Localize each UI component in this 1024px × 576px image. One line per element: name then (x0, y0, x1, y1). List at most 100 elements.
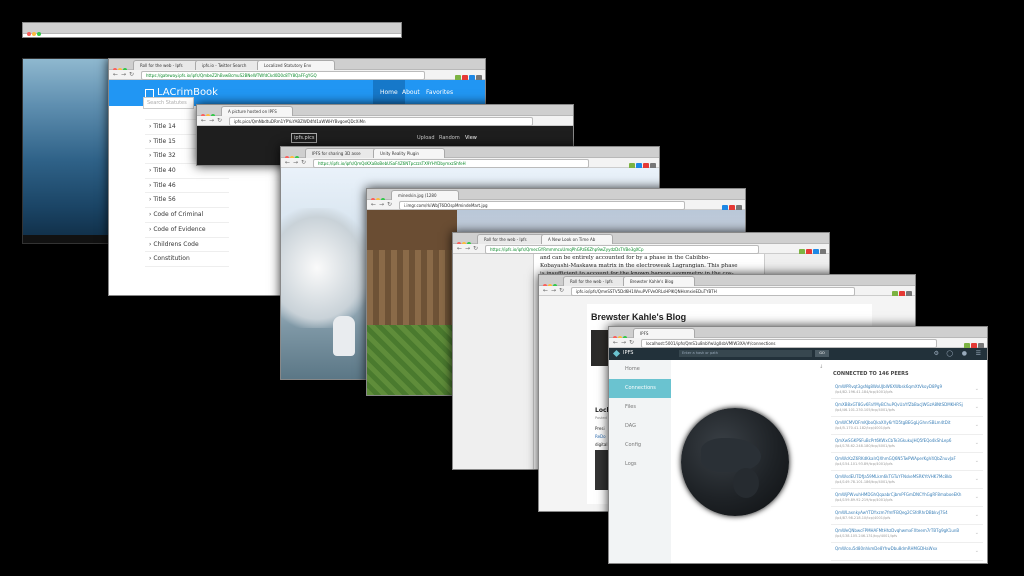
url-text: https://gateway.ipfs.io/ipfs/QmbeZ2hBvwB… (146, 73, 317, 78)
tab-unity-plugin[interactable]: Unity Reality Plugin (373, 148, 445, 158)
canister-object (333, 316, 355, 356)
sidebar-item-home[interactable]: Home (609, 360, 671, 379)
address-bar[interactable]: https://gateway.ipfs.io/ipfs/QmbeZ2hBvwB… (141, 71, 425, 80)
back-icon[interactable]: ← (371, 201, 376, 208)
collapse-icon[interactable]: ↓ (819, 364, 823, 370)
sidebar-item-dag[interactable]: DAG (609, 417, 671, 436)
tab-ipfs[interactable]: IPFS (633, 328, 695, 338)
ipfs-brand[interactable]: IPFS (623, 350, 633, 356)
forward-icon[interactable]: → (379, 201, 384, 208)
list-item[interactable]: › Title 40 (145, 164, 229, 179)
list-item[interactable]: QmWPRvqt3gsNg8WoUJbW6XWbsk6qmXtVkoyD8Pg9… (831, 381, 983, 399)
hash-search-input[interactable]: Enter a hash or path (679, 350, 812, 357)
tab-kahle-blog[interactable]: Brewster Kahle's Blog (623, 276, 695, 286)
list-item[interactable]: QmWLaxnkyAwYTDYxzm7fmfFBQeg2CSfdRhrDBbkv… (831, 507, 983, 525)
browser-toolbar: ← → ↻ ipfs.pics/QmNbdtuDRm1YPYuYABZWD4fd… (197, 116, 573, 126)
list-item[interactable]: QmWjPWvuhHMDGhQqaabrCjbmPFGmDNCYhGgRF8ma… (831, 489, 983, 507)
back-icon[interactable]: ← (113, 71, 118, 78)
back-icon[interactable]: ← (285, 159, 290, 166)
list-item[interactable]: › Code of Evidence (145, 223, 229, 238)
tab-strip: Roll for the web - Ipfs Brewster Kahle's… (539, 275, 915, 288)
chevron-down-icon: ⌄ (974, 512, 979, 518)
sidebar-item-files[interactable]: Files (609, 398, 671, 417)
list-item[interactable]: › Constitution (145, 252, 229, 267)
sidebar-item-connections[interactable]: Connections (609, 379, 671, 398)
chevron-down-icon: ⌄ (974, 440, 979, 446)
go-button[interactable]: GO (815, 350, 829, 357)
forward-icon[interactable]: → (465, 245, 470, 252)
sidebar-item-config[interactable]: Config (609, 436, 671, 455)
tab-strip (23, 23, 401, 36)
forward-icon[interactable]: → (293, 159, 298, 166)
tab-ipfs-3d[interactable]: IPFS for sharing 3D asse (305, 148, 377, 158)
globe-icon[interactable]: ◯ (946, 350, 953, 357)
blog-title[interactable]: Brewster Kahle's Blog (587, 304, 872, 322)
back-icon[interactable]: ← (613, 339, 618, 346)
list-item[interactable]: › Title 56 (145, 193, 229, 209)
chevron-down-icon: ⌄ (974, 458, 979, 464)
nav-upload[interactable]: Upload (417, 135, 435, 141)
reload-icon[interactable]: ↻ (217, 117, 222, 124)
reload-icon[interactable]: ↻ (387, 201, 392, 208)
window-controls[interactable] (27, 26, 42, 37)
address-bar[interactable]: https://ipfs.io/ipfs/QmQsKXaBoBebUSaF4Z6… (313, 159, 589, 168)
reload-icon[interactable]: ↻ (559, 287, 564, 294)
forward-icon[interactable]: → (209, 117, 214, 124)
browser-toolbar: ← → ↻ https://ipfs.io/ipfs/QmecGYRmmmcuU… (453, 244, 829, 255)
tab-ipfs-picture[interactable]: A picture hosted on IPFS (221, 106, 293, 116)
tab-roll-for-web[interactable]: Roll for the web - Ipfs (133, 60, 199, 70)
list-item[interactable]: QmWcKzZ6RKdKkaIrQXhmGQ6N5TwPWAperKgV4QbZ… (831, 453, 983, 471)
reload-icon[interactable]: ↻ (301, 159, 306, 166)
tab-statutory[interactable]: Localized Statutory Env (257, 60, 335, 70)
reload-icon[interactable]: ↻ (129, 71, 134, 78)
list-item[interactable]: QmWCMVDFmKJboQkaXXy6rYD5tgBEGgLjGhnrSBLm… (831, 417, 983, 435)
tab-mineskin[interactable]: mineskin.jpg (1280 (391, 190, 459, 200)
browser-window-ipfs-webui[interactable]: IPFS ← → ↻ localhost:5001/ipfs/QmS1u8nbY… (608, 326, 988, 564)
forward-icon[interactable]: → (621, 339, 626, 346)
list-item[interactable]: QmWcsu5d80nhkmDe8YhwDbu8dmRHMGDHaWxx ⌄ (831, 543, 983, 561)
back-icon[interactable]: ← (457, 245, 462, 252)
address-bar[interactable]: ipfs.io/ipfs/QmeSSTV5Dd6H1WvuPVFVeORLsHP… (571, 287, 855, 296)
forward-icon[interactable]: → (551, 287, 556, 294)
list-item[interactable]: › Childrens Code (145, 238, 229, 253)
menu-icon[interactable]: ☰ (976, 350, 981, 357)
nav-favorites[interactable]: Favorites (419, 80, 460, 106)
chevron-down-icon: ⌄ (974, 386, 979, 392)
tab-time-ab[interactable]: A New Look on Time Ab (541, 234, 613, 244)
tab-twitter-search[interactable]: ipfs.io - Twitter Search (195, 60, 261, 70)
github-icon[interactable]: ● (962, 350, 967, 357)
chevron-down-icon: ⌄ (974, 548, 979, 554)
list-item[interactable]: QmXB8xGT8Gv6FaYMyBChuPQvUaYfZbBacJWGzA8N… (831, 399, 983, 417)
back-icon[interactable]: ← (543, 287, 548, 294)
browser-window-back[interactable] (22, 22, 402, 38)
tab-strip: IPFS for sharing 3D asse Unity Reality P… (281, 147, 659, 160)
nav-random[interactable]: Random (439, 135, 460, 141)
address-bar[interactable]: https://ipfs.io/ipfs/QmecGYRmmmcuUmqPhGP… (485, 245, 759, 254)
post-link-fragment[interactable]: ReDo (595, 434, 606, 439)
chevron-down-icon: ⌄ (974, 494, 979, 500)
sidebar: Home Connections Files DAG Config Logs (609, 360, 671, 563)
forward-icon[interactable]: → (121, 71, 126, 78)
list-item[interactable]: › Title 46 (145, 179, 229, 194)
settings-icon[interactable]: ⚙ (934, 350, 939, 357)
ipfs-header: IPFS Enter a hash or path GO ⚙ ◯ ● ☰ (609, 348, 987, 360)
address-bar[interactable]: localhost:5001/ipfs/QmS1u8nbYwUg0sbVMIW3… (641, 339, 937, 348)
tab-roll-for-web[interactable]: Roll for the web - Ipfs (477, 234, 545, 244)
back-icon[interactable]: ← (201, 117, 206, 124)
sidebar-item-logs[interactable]: Logs (609, 455, 671, 474)
nav-view[interactable]: View (465, 135, 477, 141)
list-item[interactable]: QmXwSGKPSFuBcPrt6KWxCbTe3GkukuJHQ5fEQo4k… (831, 435, 983, 453)
reload-icon[interactable]: ↻ (473, 245, 478, 252)
list-item[interactable]: QmWeQNbwcFPMHAFMtHhzDvqhwmxFXteem7rTBTg9… (831, 525, 983, 543)
site-logo[interactable]: ipfs.pics (291, 133, 318, 143)
list-item[interactable]: › Code of Criminal (145, 208, 229, 223)
search-input[interactable]: Search Statutes (143, 97, 194, 109)
reload-icon[interactable]: ↻ (629, 339, 634, 346)
list-item[interactable]: QmWsdEUTDfJa59MLkm6kTGTuYFNskeMSRKYtVHK7… (831, 471, 983, 489)
tab-strip: A picture hosted on IPFS (197, 105, 573, 118)
address-bar[interactable]: ipfs.pics/QmNbdtuDRm1YPYuYABZWD4fd1aWWHY… (229, 117, 533, 126)
address-bar[interactable]: i.imgr.com/rkiWbJT6DOspMmindeMart.jpg (399, 201, 685, 210)
tab-strip: Roll for the web - Ipfs ipfs.io - Twitte… (109, 59, 485, 72)
peers-heading: CONNECTED TO 146 PEERS (833, 371, 909, 377)
tab-roll-for-web[interactable]: Roll for the web - Ipfs (563, 276, 627, 286)
